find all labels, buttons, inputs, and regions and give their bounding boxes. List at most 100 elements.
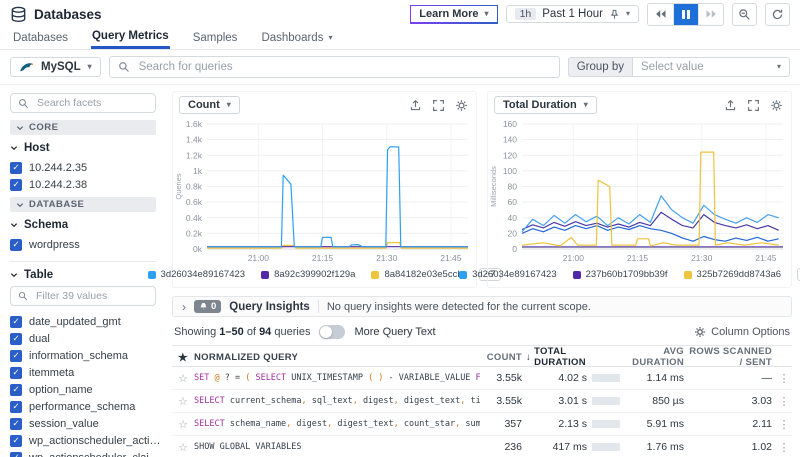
checkbox-checked-icon[interactable]: ✓	[10, 401, 22, 413]
table-row[interactable]: ☆SELECT current_schema, sql_text, digest…	[172, 390, 792, 413]
tab-query-metrics[interactable]: Query Metrics	[91, 26, 170, 49]
query-token: ( )	[368, 373, 388, 383]
kebab-menu-icon[interactable]: ⋮	[776, 395, 792, 408]
more-query-text-toggle[interactable]	[319, 325, 345, 339]
table-row[interactable]: ☆SHOW GLOBAL VARIABLES236417 ms1.76 ms1.…	[172, 436, 792, 457]
gear-icon[interactable]	[770, 99, 783, 112]
facet-group-table[interactable]: Table	[10, 269, 156, 281]
checkbox-checked-icon[interactable]: ✓	[10, 179, 22, 191]
col-avg-duration[interactable]: AVG DURATION	[620, 346, 688, 368]
facet-checkbox-10-244-2-35[interactable]: ✓10.244.2.35	[10, 159, 156, 176]
tab-databases[interactable]: Databases	[12, 26, 69, 49]
checkbox-checked-icon[interactable]: ✓	[10, 384, 22, 396]
facet-checkbox-date-updated-gmt[interactable]: ✓date_updated_gmt	[10, 313, 156, 330]
star-outline-icon[interactable]: ☆	[172, 395, 194, 408]
facet-checkbox-10-244-2-38[interactable]: ✓10.244.2.38	[10, 176, 156, 193]
column-options-button[interactable]: Column Options	[694, 326, 790, 338]
chevron-right-icon[interactable]: ›	[182, 301, 186, 313]
checkbox-checked-icon[interactable]: ✓	[10, 367, 22, 379]
legend-swatch	[261, 271, 269, 279]
facet-section-database[interactable]: DATABASE	[10, 197, 156, 212]
facet-filter-input[interactable]	[34, 289, 148, 303]
gear-icon[interactable]	[455, 99, 468, 112]
legend-item[interactable]: 8a84182e03e5ccb	[371, 269, 462, 280]
svg-text:0.6k: 0.6k	[186, 197, 203, 207]
facet-group-label: Table	[24, 269, 53, 281]
col-total-duration[interactable]: ↓ TOTAL DURATION	[526, 346, 620, 368]
legend-item[interactable]: 3d26034e89167423	[148, 269, 246, 280]
checkbox-checked-icon[interactable]: ✓	[10, 435, 22, 447]
pin-icon[interactable]	[609, 9, 620, 20]
query-token: - VARIABLE_VALUE	[389, 373, 476, 383]
facet-group-host[interactable]: Host	[10, 142, 156, 154]
tab-dashboards[interactable]: Dashboards▾	[260, 26, 333, 49]
facet-checkbox-wordpress[interactable]: ✓wordpress	[10, 236, 156, 253]
star-outline-icon[interactable]: ☆	[172, 418, 194, 431]
col-rows-scanned[interactable]: ROWS SCANNED / SENT	[688, 346, 776, 368]
search-input[interactable]	[137, 60, 551, 74]
forward-button[interactable]	[698, 4, 723, 25]
export-icon[interactable]	[409, 99, 422, 112]
learn-more-button[interactable]: Learn More ▾	[410, 5, 497, 24]
group-by-select[interactable]: Select value ▾	[632, 57, 790, 77]
facet-checkbox-performance-schema[interactable]: ✓performance_schema	[10, 398, 156, 415]
svg-text:40: 40	[508, 213, 518, 223]
time-range-picker[interactable]: 1h Past 1 Hour ▾	[506, 5, 639, 23]
kebab-menu-icon[interactable]: ⋮	[776, 372, 792, 385]
legend-item[interactable]: 3d26034e89167423	[459, 269, 557, 280]
checkbox-checked-icon[interactable]: ✓	[10, 162, 22, 174]
star-outline-icon[interactable]: ☆	[172, 372, 194, 385]
query-token: digest_text	[404, 396, 460, 406]
checkbox-checked-icon[interactable]: ✓	[10, 452, 22, 457]
legend-item[interactable]: 237b60b1709bb39f	[573, 269, 668, 280]
legend-item[interactable]: 325b7269dd8743a6	[684, 269, 782, 280]
backward-button[interactable]	[648, 4, 673, 25]
refresh-button[interactable]	[765, 3, 790, 26]
legend-item[interactable]: 8a92c399902f129a	[261, 269, 355, 280]
metric-select-count[interactable]: Count ▾	[179, 96, 240, 114]
col-count[interactable]: COUNT	[480, 352, 526, 363]
kebab-menu-icon[interactable]: ⋮	[776, 418, 792, 431]
checkbox-checked-icon[interactable]: ✓	[10, 239, 22, 251]
export-icon[interactable]	[724, 99, 737, 112]
fullscreen-icon[interactable]	[432, 99, 445, 112]
pause-button[interactable]	[673, 4, 698, 25]
chevron-down-icon	[10, 144, 18, 152]
facet-checkbox-wp-actionscheduler-clai-[interactable]: ✓wp_actionscheduler_clai…	[10, 449, 156, 457]
query-token: ,	[460, 396, 470, 406]
facet-search-input[interactable]	[35, 96, 148, 110]
facet-checkbox-dual[interactable]: ✓dual	[10, 330, 156, 347]
star-outline-icon[interactable]: ☆	[172, 441, 194, 454]
svg-text:21:15: 21:15	[312, 253, 334, 263]
tab-samples[interactable]: Samples	[192, 26, 239, 49]
kebab-menu-icon[interactable]: ⋮	[776, 441, 792, 454]
table-meta-row: Showing 1–50 of 94 queries More Query Te…	[172, 317, 792, 345]
checkbox-checked-icon[interactable]: ✓	[10, 418, 22, 430]
count-chart[interactable]: 0k0.2k0.4k0.6k0.8k1k1.2k1.4k1.6k21:0021:…	[173, 116, 474, 266]
duration-chart[interactable]: 02040608010012014016021:0021:1521:3021:4…	[488, 116, 789, 266]
checkbox-checked-icon[interactable]: ✓	[10, 333, 22, 345]
facet-checkbox-information-schema[interactable]: ✓information_schema	[10, 347, 156, 364]
legend-swatch	[573, 271, 581, 279]
query-token: SET	[194, 373, 209, 383]
checkbox-checked-icon[interactable]: ✓	[10, 316, 22, 328]
duration-chart-card: Total Duration ▾ 02040608010012014016021…	[487, 91, 792, 288]
fullscreen-icon[interactable]	[747, 99, 760, 112]
facet-section-core[interactable]: CORE	[10, 120, 156, 135]
search-icon	[118, 61, 130, 73]
chevron-down-icon: ▾	[485, 10, 489, 18]
facet-checkbox-session-value[interactable]: ✓session_value	[10, 415, 156, 432]
table-row[interactable]: ☆SET @ ? = ( SELECT UNIX_TIMESTAMP ( ) -…	[172, 367, 792, 390]
table-row[interactable]: ☆SELECT schema_name, digest, digest_text…	[172, 413, 792, 436]
checkbox-checked-icon[interactable]: ✓	[10, 350, 22, 362]
star-filled-icon[interactable]: ★	[172, 351, 194, 364]
insights-title: Query Insights	[229, 301, 310, 313]
facet-checkbox-option-name[interactable]: ✓option_name	[10, 381, 156, 398]
facet-checkbox-wp-actionscheduler-acti-[interactable]: ✓wp_actionscheduler_acti…	[10, 432, 156, 449]
metric-select-duration[interactable]: Total Duration ▾	[494, 96, 597, 114]
col-normalized-query[interactable]: NORMALIZED QUERY	[194, 352, 480, 363]
zoom-out-button[interactable]	[732, 3, 757, 26]
facet-group-schema[interactable]: Schema	[10, 219, 156, 231]
facet-checkbox-itemmeta[interactable]: ✓itemmeta	[10, 364, 156, 381]
engine-select[interactable]: MySQL ▾	[10, 57, 101, 77]
